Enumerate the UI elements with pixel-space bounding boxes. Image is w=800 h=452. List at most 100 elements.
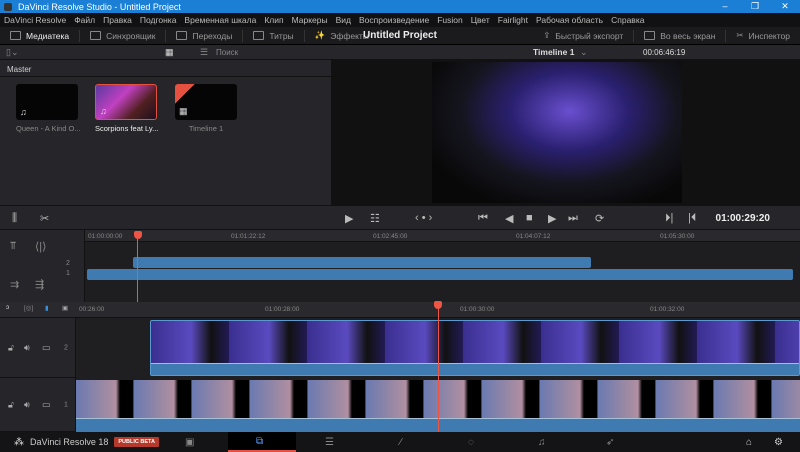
upper-playhead[interactable] xyxy=(137,233,138,302)
title-bar: DaVinci Resolve Studio - Untitled Projec… xyxy=(0,0,800,13)
clip-bar-track-2[interactable] xyxy=(133,257,591,268)
link-icon[interactable]: [◎] xyxy=(24,304,33,312)
fullscreen-button[interactable]: Во весь экран xyxy=(634,30,726,42)
snap-magnet-icon[interactable]: ↄ xyxy=(6,304,9,311)
resolve-logo-icon: ⁂ xyxy=(14,437,24,448)
video-preview xyxy=(432,62,682,203)
speaker-icon[interactable]: 🔊︎ xyxy=(24,342,30,353)
menu-fairlight[interactable]: Fairlight xyxy=(498,15,528,25)
menu-edit[interactable]: Правка xyxy=(103,15,132,25)
menu-davinci[interactable]: DaVinci Resolve xyxy=(4,15,66,25)
source-tape-icon[interactable]: ▶ xyxy=(345,212,353,225)
effects-button[interactable]: ✨Эффекты xyxy=(305,30,379,42)
fusion-page-icon[interactable]: ∕ xyxy=(400,437,402,448)
loop-button[interactable]: ⟳ xyxy=(595,212,604,225)
menu-clip[interactable]: Клип xyxy=(264,15,283,25)
chevron-down-icon[interactable]: ⌄ xyxy=(580,47,588,58)
sidebar-toggle-icon[interactable]: ▯⌄ xyxy=(6,47,19,58)
jog-icon[interactable]: ‹ • › xyxy=(415,212,432,224)
play-button[interactable]: ▶ xyxy=(548,212,556,225)
menu-timeline[interactable]: Временная шкала xyxy=(184,15,256,25)
upper-playhead-cap[interactable] xyxy=(134,231,142,239)
lock-icon[interactable]: 🔓︎ xyxy=(8,399,14,410)
media-pool-button[interactable]: Медиатека xyxy=(0,30,80,42)
clip-bar-track-1[interactable] xyxy=(87,269,793,280)
media-pool-icon xyxy=(10,31,21,40)
edit-tools-icon[interactable]: ⫼ xyxy=(12,212,17,225)
color-page-icon[interactable]: ◌ xyxy=(468,437,474,448)
list-view-icon[interactable]: ☰ xyxy=(200,47,208,58)
skip-start-button[interactable]: ⏮ xyxy=(478,212,488,225)
media-page-icon[interactable]: ▣ xyxy=(185,437,194,448)
clip-scorpions[interactable]: ♫Scorpions feat Ly... xyxy=(95,84,157,133)
speaker-icon[interactable]: 🔊︎ xyxy=(24,399,30,410)
titles-button[interactable]: Титры xyxy=(243,30,304,42)
stop-button[interactable]: ■ xyxy=(526,212,533,224)
minimize-button[interactable]: – xyxy=(710,0,740,13)
home-icon[interactable]: ⌂ xyxy=(746,437,752,448)
clip-track-2[interactable] xyxy=(150,320,800,376)
transitions-label: Переходы xyxy=(192,31,232,41)
track-number: 1 xyxy=(64,401,68,408)
inspector-icon: ✂ xyxy=(736,30,743,41)
sub-toolbar: ▯⌄ ▦ ☰ Поиск Timeline 1 ⌄ 00:06:46:19 xyxy=(0,45,800,60)
menu-markers[interactable]: Маркеры xyxy=(292,15,328,25)
menu-playback[interactable]: Воспроизведение xyxy=(359,15,429,25)
ruler-label: 01:00:30:00 xyxy=(460,306,494,313)
marker-icon[interactable]: ▣ xyxy=(62,304,68,312)
lower-ruler[interactable]: ↄ [◎] ▮ ▣ 00:26:00 01:00:28:00 01:00:30:… xyxy=(0,302,800,318)
search-input[interactable]: Поиск xyxy=(216,48,238,57)
menu-view[interactable]: Вид xyxy=(336,15,351,25)
skip-end-button[interactable]: ⏭ xyxy=(568,212,578,225)
menu-trim[interactable]: Подгонка xyxy=(140,15,177,25)
split-icon[interactable]: ⟨|⟩ xyxy=(35,240,46,253)
inspector-button[interactable]: ✂Инспектор xyxy=(726,30,800,42)
menu-workspace[interactable]: Рабочая область xyxy=(536,15,603,25)
clip-thumbnail: ▦ xyxy=(175,84,237,120)
menu-file[interactable]: Файл xyxy=(74,15,95,25)
deliver-page-icon[interactable]: ➶ xyxy=(606,437,614,448)
control-bar: ⫼ ✂ ▶ ☷ ‹ • › ⏮ ◀ ■ ▶ ⏭ ⟳ ⏵| |⏴ 01:00:29… xyxy=(0,205,800,230)
transitions-button[interactable]: Переходы xyxy=(166,30,243,42)
next-edit-button[interactable]: ⏵| xyxy=(665,212,673,225)
quick-export-button[interactable]: ⇪Быстрый экспорт xyxy=(533,30,634,42)
menu-help[interactable]: Справка xyxy=(611,15,644,25)
edit-page-icon[interactable]: ☰ xyxy=(325,437,334,448)
ruler-label: 01:05:30:00 xyxy=(660,233,694,240)
close-button[interactable]: ✕ xyxy=(770,0,800,13)
lower-playhead[interactable] xyxy=(438,305,439,432)
clip-thumbnail: ♫ xyxy=(95,84,157,120)
timeline-selector[interactable]: Timeline 1 xyxy=(533,47,574,57)
audio-note-icon: ♫ xyxy=(20,107,27,117)
reverse-play-button[interactable]: ◀ xyxy=(505,212,513,225)
menu-color[interactable]: Цвет xyxy=(471,15,490,25)
monitor-icon[interactable]: ▭ xyxy=(42,342,51,353)
scissors-icon[interactable]: ✂ xyxy=(40,212,49,225)
overwrite-icon[interactable]: ⇶ xyxy=(35,278,44,291)
fairlight-page-icon[interactable]: ♫ xyxy=(538,437,546,448)
grid-view-icon[interactable]: ▦ xyxy=(165,47,174,58)
ruler-label: 01:00:32:00 xyxy=(650,306,684,313)
upper-ruler[interactable]: 01:00:00:00 01:01:22:12 01:02:45:00 01:0… xyxy=(85,230,800,242)
bin-master[interactable]: Master xyxy=(0,60,331,77)
clip-queen[interactable]: ♫ Queen - A Kind O... xyxy=(16,84,78,133)
clip-timeline-1[interactable]: ▦Timeline 1 xyxy=(175,84,237,133)
maximize-button[interactable]: ❐ xyxy=(740,0,770,13)
track-number: 2 xyxy=(66,260,70,267)
settings-sliders-icon[interactable]: ☷ xyxy=(370,212,380,225)
settings-gear-icon[interactable]: ⚙ xyxy=(774,437,783,448)
flag-icon[interactable]: ▮ xyxy=(45,304,49,312)
page-bar: ⁂ DaVinci Resolve 18 PUBLIC BETA ▣ ⧉ ☰ ∕… xyxy=(0,432,800,452)
prev-edit-button[interactable]: |⏴ xyxy=(688,212,696,225)
title-lock-icon[interactable]: ⫪ xyxy=(10,240,16,253)
lock-icon[interactable]: 🔓︎ xyxy=(8,342,14,353)
insert-icon[interactable]: ⇉ xyxy=(10,278,19,291)
sync-bin-button[interactable]: Синхроящик xyxy=(80,30,166,42)
cut-page-tab[interactable]: ⧉ xyxy=(228,432,296,452)
media-pool: Master ♫ Queen - A Kind O... ♫Scorpions f… xyxy=(0,60,332,205)
menu-fusion[interactable]: Fusion xyxy=(437,15,463,25)
titles-icon xyxy=(253,31,264,40)
monitor-icon[interactable]: ▭ xyxy=(42,399,51,410)
effects-label: Эффекты xyxy=(330,31,369,41)
clip-name: Queen - A Kind O... xyxy=(16,124,78,133)
